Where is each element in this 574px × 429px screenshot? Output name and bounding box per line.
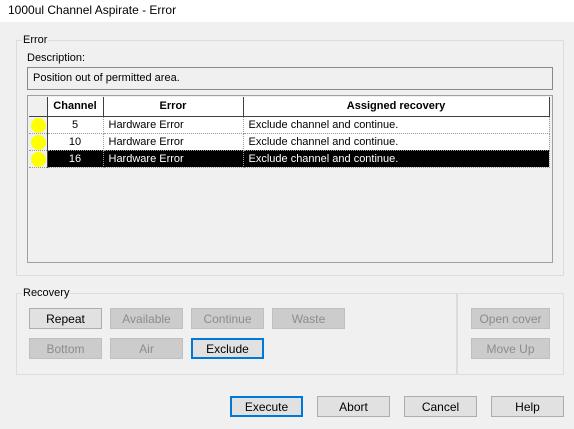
row-indicator — [29, 133, 48, 151]
recovery-group — [16, 293, 457, 375]
column-header-assigned-recovery[interactable]: Assigned recovery — [243, 97, 550, 117]
execute-button[interactable]: Execute — [230, 396, 303, 417]
cell-recovery[interactable]: Exclude channel and continue. — [243, 133, 550, 151]
continue-button[interactable]: Continue — [191, 308, 264, 329]
row-indicator — [29, 116, 48, 134]
table-row-selected[interactable]: 16 Hardware Error Exclude channel and co… — [29, 150, 550, 168]
yellow-status-dot-icon — [31, 151, 46, 167]
cell-recovery[interactable]: Exclude channel and continue. — [243, 150, 550, 168]
yellow-status-dot-icon — [31, 134, 46, 150]
recovery-group-label: Recovery — [22, 287, 71, 299]
cell-channel[interactable]: 5 — [47, 116, 104, 134]
repeat-button[interactable]: Repeat — [29, 308, 102, 329]
row-indicator-header — [29, 97, 48, 117]
description-field: Position out of permitted area. — [27, 67, 553, 90]
waste-button[interactable]: Waste — [272, 308, 345, 329]
cell-error[interactable]: Hardware Error — [103, 116, 244, 134]
title-bar: 1000ul Channel Aspirate - Error — [0, 0, 574, 22]
cell-error[interactable]: Hardware Error — [103, 150, 244, 168]
exclude-button[interactable]: Exclude — [191, 338, 264, 359]
table-row[interactable]: 10 Hardware Error Exclude channel and co… — [29, 133, 550, 151]
yellow-status-dot-icon — [31, 117, 46, 133]
cell-recovery[interactable]: Exclude channel and continue. — [243, 116, 550, 134]
cell-channel[interactable]: 16 — [47, 150, 104, 168]
cell-error[interactable]: Hardware Error — [103, 133, 244, 151]
move-up-button[interactable]: Move Up — [471, 338, 550, 359]
open-cover-button[interactable]: Open cover — [471, 308, 550, 329]
table-header-row: Channel Error Assigned recovery — [29, 97, 550, 117]
column-header-error[interactable]: Error — [103, 97, 244, 117]
error-grid[interactable]: Channel Error Assigned recovery 5 Hardwa… — [27, 95, 553, 263]
description-label: Description: — [27, 52, 86, 64]
window-title: 1000ul Channel Aspirate - Error — [8, 3, 177, 17]
error-table: Channel Error Assigned recovery 5 Hardwa… — [29, 97, 550, 168]
air-button[interactable]: Air — [110, 338, 183, 359]
abort-button[interactable]: Abort — [317, 396, 390, 417]
cancel-button[interactable]: Cancel — [404, 396, 477, 417]
help-button[interactable]: Help — [491, 396, 564, 417]
column-header-channel[interactable]: Channel — [47, 97, 104, 117]
row-indicator — [29, 150, 48, 168]
bottom-button[interactable]: Bottom — [29, 338, 102, 359]
available-button[interactable]: Available — [110, 308, 183, 329]
cell-channel[interactable]: 10 — [47, 133, 104, 151]
error-group-label: Error — [22, 34, 49, 46]
recovery-side-group — [457, 293, 564, 375]
table-row[interactable]: 5 Hardware Error Exclude channel and con… — [29, 116, 550, 134]
